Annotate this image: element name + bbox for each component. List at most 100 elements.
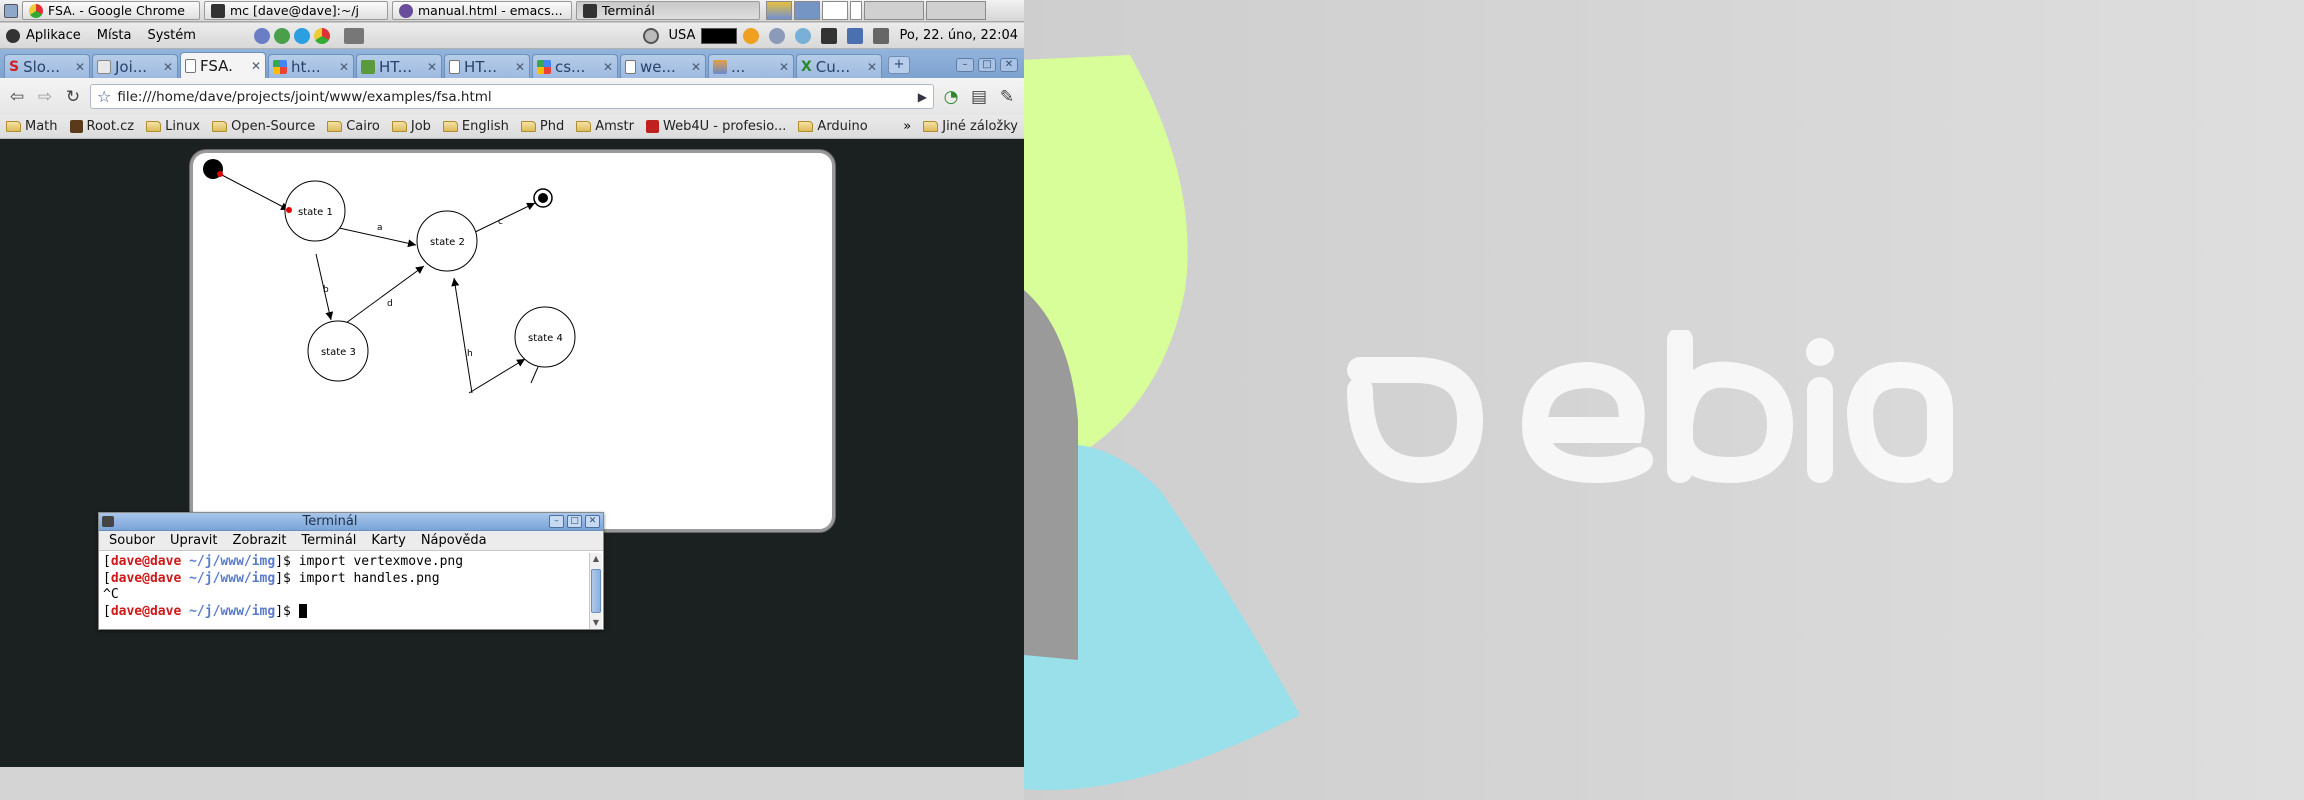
tab-ht-doc[interactable]: HT... ✕ <box>444 54 530 78</box>
terminal-menu-help[interactable]: Nápověda <box>421 533 487 548</box>
tab-cs[interactable]: cs... ✕ <box>532 54 618 78</box>
bookmark-link[interactable]: Web4U - profesio... <box>645 119 786 134</box>
wrench-icon[interactable]: ✎ <box>996 86 1018 108</box>
close-icon[interactable]: ✕ <box>339 60 349 74</box>
minimize-button[interactable]: – <box>956 58 974 72</box>
url-input[interactable] <box>117 88 912 105</box>
clock[interactable]: Po, 22. úno, 22:04 <box>899 28 1018 43</box>
scrollbar-thumb[interactable] <box>591 569 601 613</box>
close-icon[interactable]: ✕ <box>603 60 613 74</box>
bookmark-link[interactable]: Root.cz <box>69 119 134 134</box>
star-icon[interactable]: ☆ <box>97 87 111 106</box>
launcher-screenshot-icon[interactable] <box>343 27 364 44</box>
task-chrome[interactable]: FSA. - Google Chrome <box>22 1 200 20</box>
task-terminal[interactable]: Terminál <box>576 1 760 20</box>
terminal-titlebar[interactable]: Terminál – □ ✕ <box>99 513 603 531</box>
bookmark-folder[interactable]: Open-Source <box>212 119 315 134</box>
tab-slo[interactable]: S Slo... ✕ <box>4 54 90 78</box>
menu-places[interactable]: Místa <box>97 28 132 43</box>
address-bar[interactable]: ☆ ▶ <box>90 84 934 109</box>
maximize-button[interactable]: □ <box>567 515 582 528</box>
connection-handle[interactable] <box>217 171 223 177</box>
volume-icon[interactable] <box>873 27 890 44</box>
bookmark-folder[interactable]: Cairo <box>327 119 380 134</box>
minimize-button[interactable]: – <box>549 515 564 528</box>
edge-state4-down[interactable] <box>530 366 539 384</box>
tab-ht-google[interactable]: ht... ✕ <box>268 54 354 78</box>
tab-image[interactable]: ... ✕ <box>708 54 794 78</box>
close-button[interactable]: ✕ <box>585 515 600 528</box>
scroll-down-icon[interactable]: ▼ <box>590 617 602 629</box>
forward-button[interactable]: ⇨ <box>34 86 56 108</box>
terminal-menu-tabs[interactable]: Karty <box>371 533 405 548</box>
weather-icon[interactable] <box>743 27 760 44</box>
gnome-foot-icon[interactable] <box>6 28 20 43</box>
update-icon[interactable] <box>795 27 812 44</box>
scroll-up-icon[interactable]: ▲ <box>590 553 602 565</box>
connection-handle[interactable] <box>286 207 292 213</box>
tab-joi[interactable]: Joi... ✕ <box>92 54 178 78</box>
close-icon[interactable]: ✕ <box>515 60 525 74</box>
close-icon[interactable]: ✕ <box>867 60 877 74</box>
show-desktop-icon[interactable] <box>4 3 18 18</box>
workspace-switcher[interactable] <box>766 1 986 20</box>
reload-button[interactable]: ↻ <box>62 86 84 108</box>
launcher-chrome-icon[interactable] <box>313 27 330 44</box>
launcher-pidgin-icon[interactable] <box>253 27 270 44</box>
bookmark-folder[interactable]: Phd <box>520 119 564 134</box>
tab-ht-w3[interactable]: HT... ✕ <box>356 54 442 78</box>
workspace-5[interactable] <box>864 1 924 20</box>
bookmarks-overflow-button[interactable]: » <box>903 119 911 134</box>
extension-icon[interactable]: ◔ <box>940 86 962 108</box>
workspace-6[interactable] <box>926 1 986 20</box>
close-icon[interactable]: ✕ <box>691 60 701 74</box>
launcher-network-icon[interactable] <box>273 27 290 44</box>
task-mc[interactable]: mc [dave@dave]:~/j <box>204 1 388 20</box>
display-icon[interactable] <box>821 27 838 44</box>
close-window-button[interactable]: ✕ <box>1000 58 1018 72</box>
edge-to-state4[interactable] <box>468 358 526 394</box>
bookmark-folder[interactable]: Arduino <box>798 119 868 134</box>
tab-fsa[interactable]: FSA. ✕ <box>180 52 266 78</box>
terminal-menu-terminal[interactable]: Terminál <box>301 533 356 548</box>
tab-we[interactable]: we... ✕ <box>620 54 706 78</box>
close-icon[interactable]: ✕ <box>251 59 261 73</box>
other-bookmarks[interactable]: Jiné záložky <box>923 119 1018 134</box>
bookmark-folder[interactable]: Job <box>391 119 431 134</box>
maximize-button[interactable]: □ <box>978 58 996 72</box>
workspace-4[interactable] <box>850 1 862 20</box>
go-icon[interactable]: ▶ <box>918 90 927 104</box>
edge-d[interactable] <box>345 265 425 324</box>
close-icon[interactable]: ✕ <box>75 60 85 74</box>
edge-h[interactable] <box>451 277 473 394</box>
monitor-applet[interactable] <box>701 27 738 44</box>
workspace-1[interactable] <box>766 1 792 20</box>
bookmark-folder[interactable]: Amstr <box>576 119 634 134</box>
bookmark-folder[interactable]: Linux <box>146 119 200 134</box>
back-button[interactable]: ⇦ <box>6 86 28 108</box>
terminal-scrollbar[interactable]: ▲ ▼ <box>589 553 602 629</box>
new-tab-button[interactable]: + <box>888 56 910 74</box>
edge-start-to-state1[interactable] <box>219 173 290 211</box>
terminal-output[interactable]: [dave@dave ~/j/www/img]$ import vertexmo… <box>99 553 589 629</box>
terminal-menu-view[interactable]: Zobrazit <box>232 533 286 548</box>
network-manager-icon[interactable] <box>847 27 864 44</box>
close-icon[interactable]: ✕ <box>779 60 789 74</box>
bookmark-folder[interactable]: Math <box>6 119 58 134</box>
close-icon[interactable]: ✕ <box>427 60 437 74</box>
power-icon[interactable] <box>642 27 659 44</box>
page-menu-icon[interactable]: ▤ <box>968 86 990 108</box>
task-emacs[interactable]: manual.html - emacs... <box>392 1 572 20</box>
network-status-icon[interactable] <box>769 27 786 44</box>
workspace-3[interactable] <box>822 1 848 20</box>
terminal-menu-edit[interactable]: Upravit <box>170 533 217 548</box>
close-icon[interactable]: ✕ <box>163 60 173 74</box>
menu-system[interactable]: Systém <box>147 28 195 43</box>
keyboard-layout[interactable]: USA <box>669 28 696 43</box>
bookmark-folder[interactable]: English <box>442 119 509 134</box>
terminal-menu-file[interactable]: Soubor <box>109 533 155 548</box>
tab-cu[interactable]: X Cu... ✕ <box>796 54 882 78</box>
workspace-2[interactable] <box>794 1 820 20</box>
menu-applications[interactable]: Aplikace <box>26 28 81 43</box>
launcher-skype-icon[interactable] <box>293 27 310 44</box>
